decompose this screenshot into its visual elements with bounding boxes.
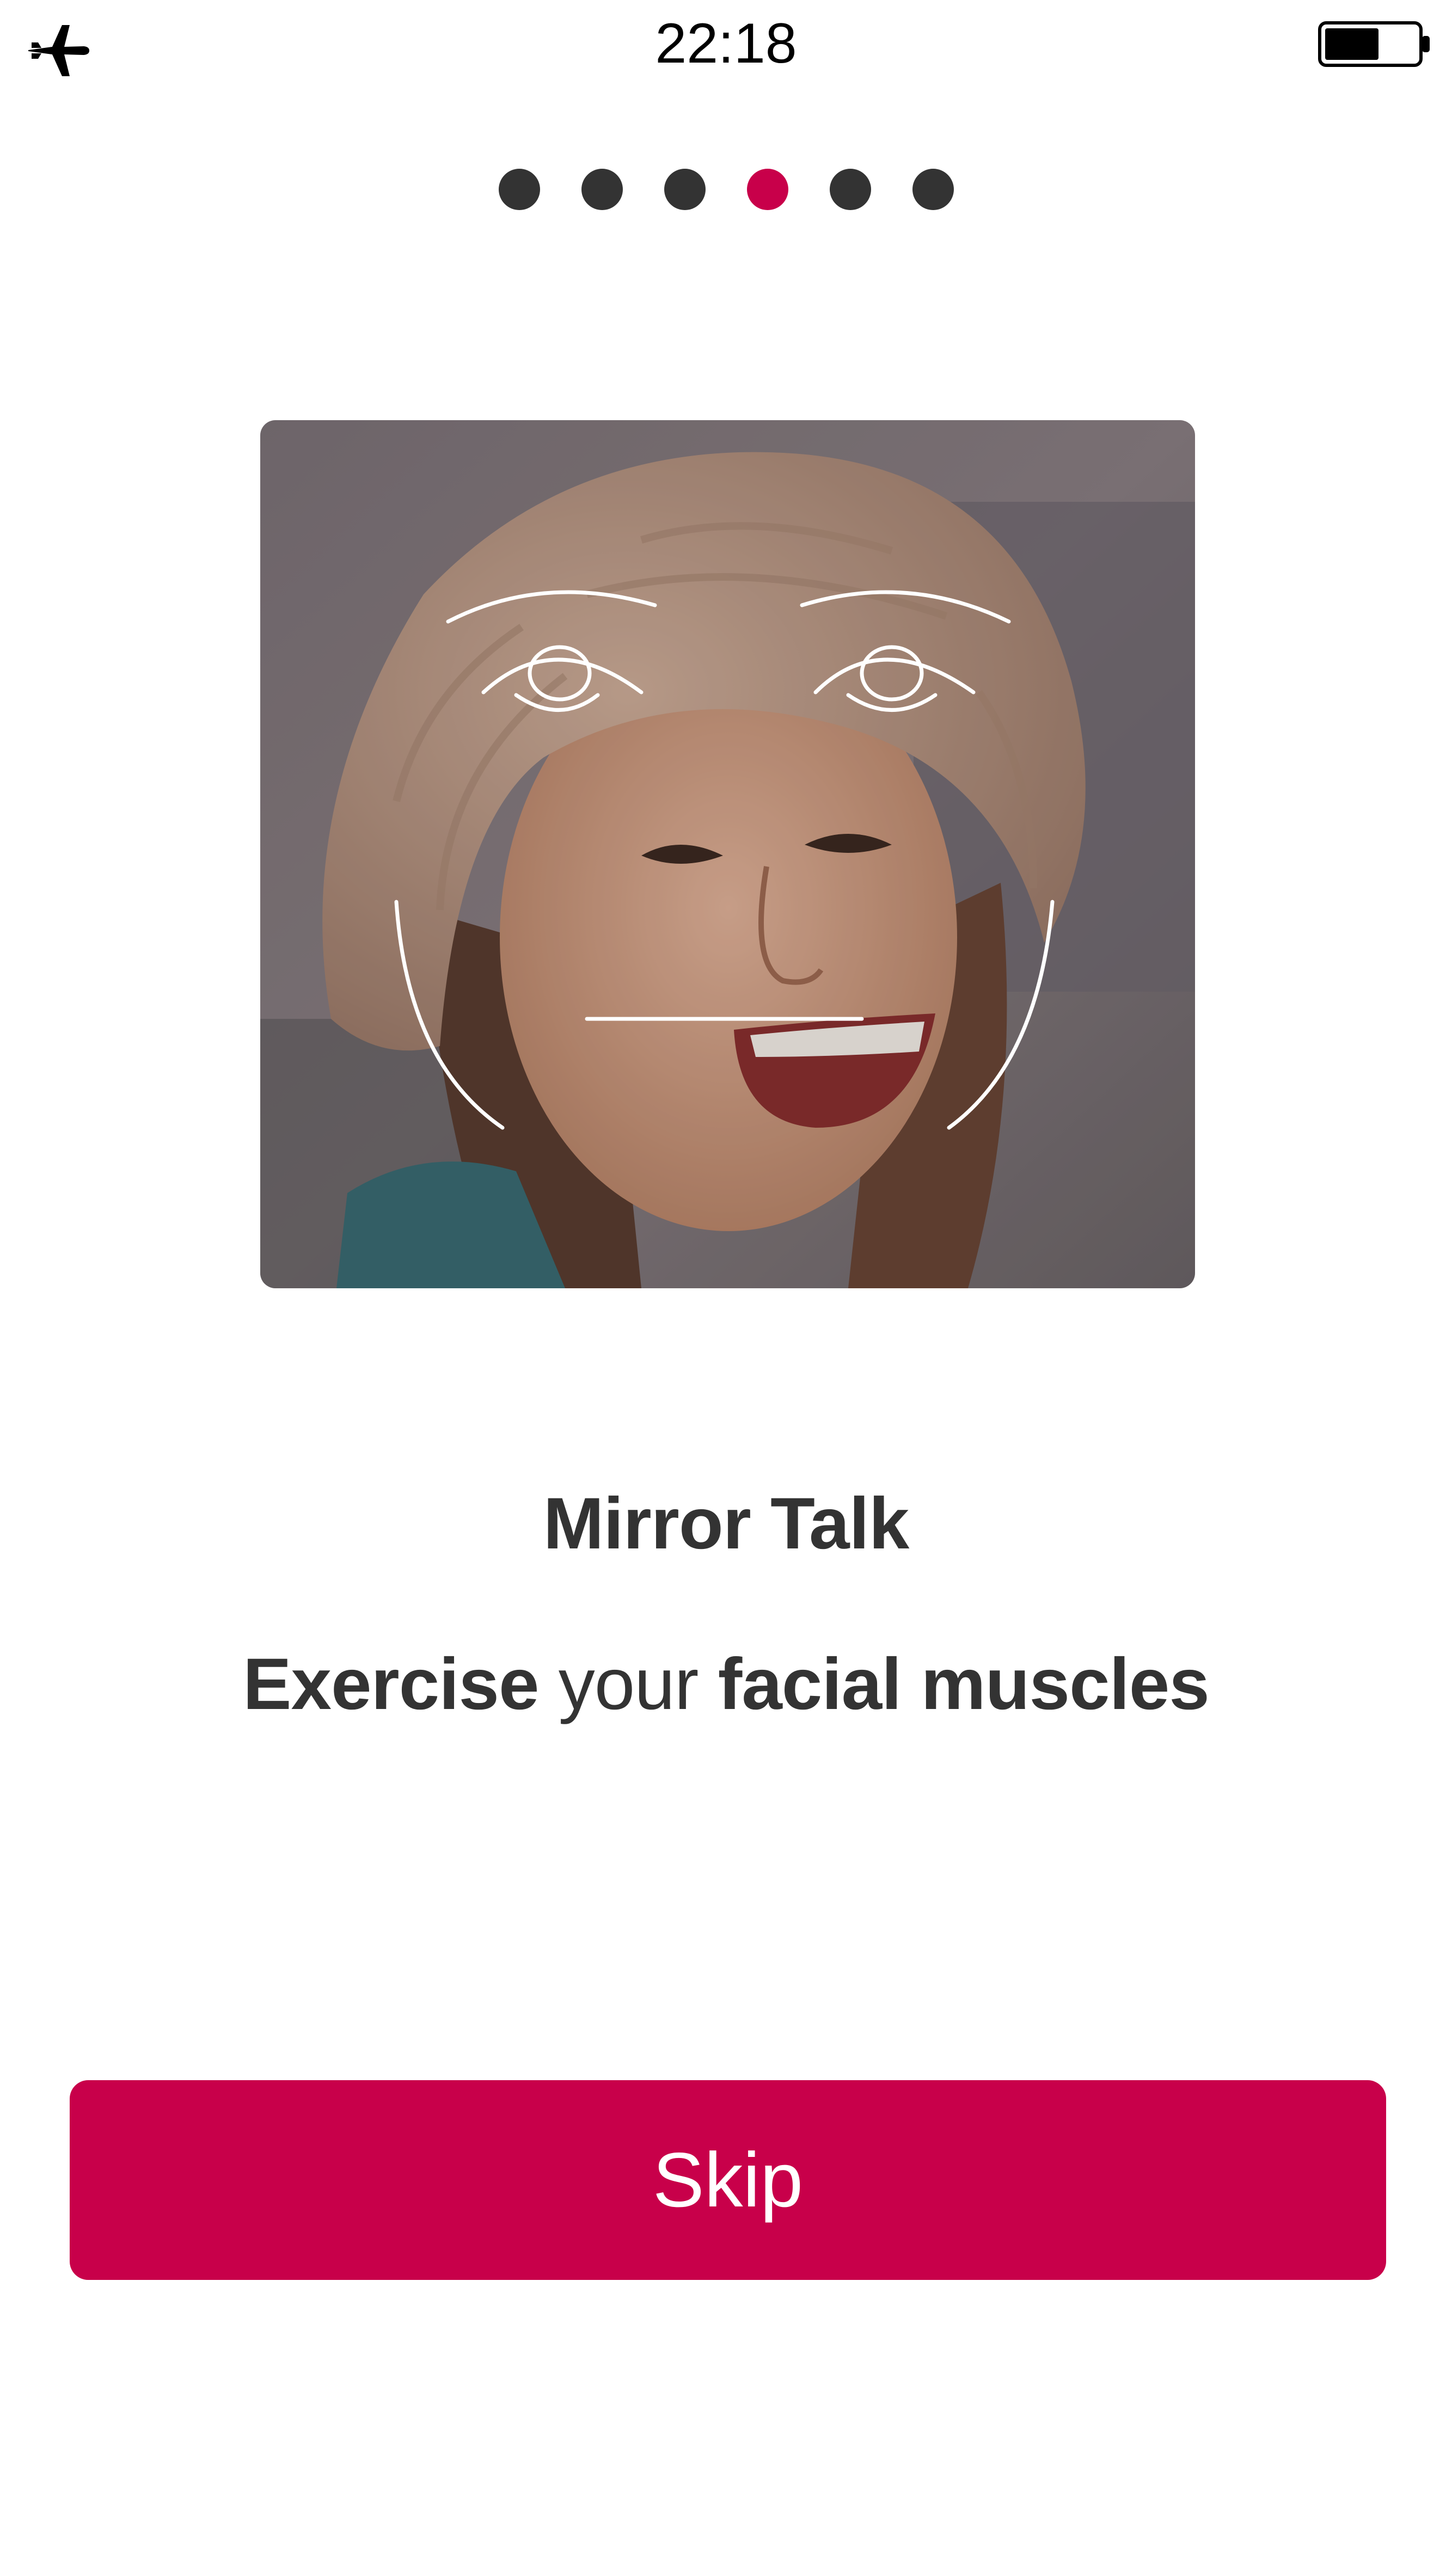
page-dot-4-active[interactable] bbox=[746, 169, 788, 210]
subtitle: Exercise your facial muscles bbox=[0, 1638, 1452, 1731]
subtitle-part-facial-muscles: facial muscles bbox=[718, 1644, 1210, 1725]
page-title: Mirror Talk bbox=[543, 1483, 910, 1564]
page-dot-3[interactable] bbox=[664, 169, 706, 210]
page-indicator[interactable] bbox=[0, 169, 1452, 212]
status-bar: 22:18 bbox=[0, 0, 1452, 82]
subtitle-part-your: your bbox=[538, 1644, 718, 1725]
page-dot-5[interactable] bbox=[829, 169, 871, 210]
hero-image bbox=[260, 420, 1195, 1288]
subtitle-part-exercise: Exercise bbox=[243, 1644, 539, 1725]
status-time: 22:18 bbox=[655, 12, 797, 75]
battery-icon bbox=[1318, 21, 1430, 67]
page-dot-1[interactable] bbox=[498, 169, 540, 210]
smiling-woman-photo bbox=[260, 420, 1195, 1288]
skip-button[interactable]: Skip bbox=[70, 2080, 1386, 2280]
page-dot-6[interactable] bbox=[912, 169, 954, 210]
page-dot-2[interactable] bbox=[581, 169, 623, 210]
